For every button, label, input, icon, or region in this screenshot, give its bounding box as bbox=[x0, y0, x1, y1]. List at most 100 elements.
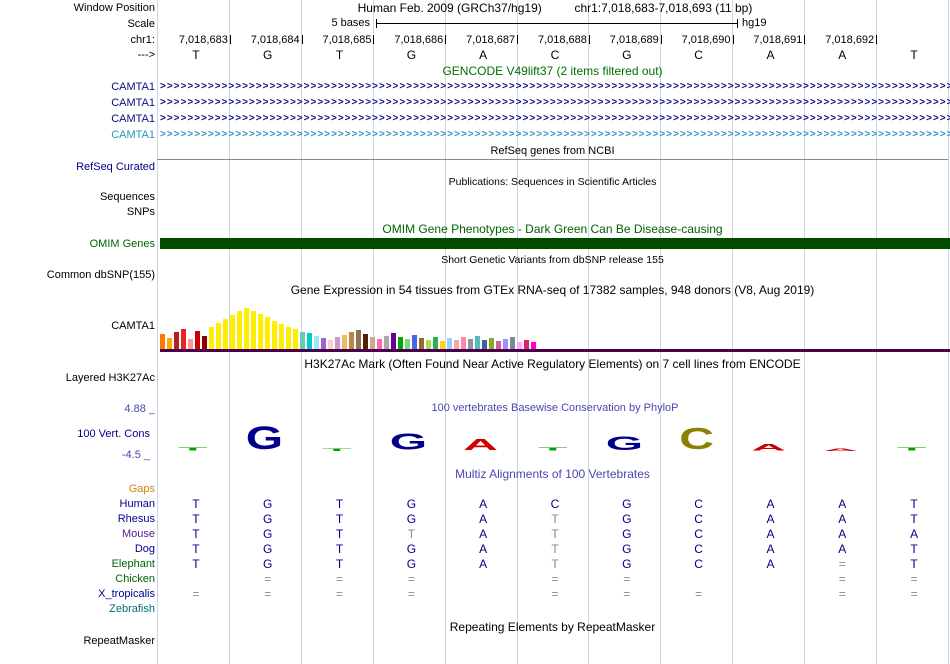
gtex-tissue-bar[interactable] bbox=[349, 332, 354, 349]
omim-genes-label[interactable]: OMIM Genes bbox=[0, 238, 160, 250]
gtex-tissue-bar[interactable] bbox=[223, 319, 228, 349]
gtex-title[interactable]: Gene Expression in 54 tissues from GTEx … bbox=[157, 283, 948, 297]
gtex-tissue-bar[interactable] bbox=[391, 333, 396, 349]
gtex-tissue-bar[interactable] bbox=[510, 337, 515, 349]
species-label[interactable]: Gaps bbox=[0, 483, 160, 495]
gtex-tissue-bar[interactable] bbox=[251, 311, 256, 349]
gtex-tissue-bar[interactable] bbox=[398, 337, 403, 349]
refseq-title[interactable]: RefSeq genes from NCBI bbox=[157, 145, 948, 157]
species-label[interactable]: Dog bbox=[0, 543, 160, 555]
coordinate-label: 7,018,691 bbox=[753, 33, 803, 46]
gene-arrow-line[interactable]: >>>>>>>>>>>>>>>>>>>>>>>>>>>>>>>>>>>>>>>>… bbox=[160, 80, 950, 94]
gtex-tissue-bar[interactable] bbox=[279, 324, 284, 349]
snps-label[interactable]: SNPs bbox=[0, 206, 160, 218]
gtex-tissue-bar[interactable] bbox=[237, 311, 242, 349]
gtex-tissue-bar[interactable] bbox=[321, 338, 326, 349]
repeatmasker-label[interactable]: RepeatMasker bbox=[0, 635, 160, 647]
gtex-tissue-bar[interactable] bbox=[468, 339, 473, 349]
sequences-label[interactable]: Sequences bbox=[0, 191, 160, 203]
omim-title[interactable]: OMIM Gene Phenotypes - Dark Green Can Be… bbox=[157, 222, 948, 236]
gtex-tissue-bar[interactable] bbox=[517, 342, 522, 349]
refseq-curated-label[interactable]: RefSeq Curated bbox=[0, 161, 160, 173]
gtex-tissue-bar[interactable] bbox=[482, 340, 487, 349]
gtex-tissue-bar[interactable] bbox=[412, 335, 417, 349]
gtex-tissue-bar[interactable] bbox=[314, 336, 319, 349]
gtex-tissue-bar[interactable] bbox=[216, 323, 221, 349]
gtex-tissue-bar[interactable] bbox=[419, 338, 424, 349]
gtex-tissue-bar[interactable] bbox=[174, 332, 179, 349]
species-label[interactable]: Human bbox=[0, 498, 160, 510]
gtex-tissue-bar[interactable] bbox=[244, 308, 249, 349]
gene-label[interactable]: CAMTA1 bbox=[0, 81, 160, 93]
species-label[interactable]: X_tropicalis bbox=[0, 588, 160, 600]
gtex-tissue-bar[interactable] bbox=[293, 329, 298, 349]
gene-label[interactable]: CAMTA1 bbox=[0, 97, 160, 109]
gtex-tissue-bar[interactable] bbox=[160, 334, 165, 349]
phylop-title[interactable]: 100 vertebrates Basewise Conservation by… bbox=[431, 402, 678, 414]
gtex-tissue-bar[interactable] bbox=[531, 342, 536, 349]
gtex-tissue-bar[interactable] bbox=[230, 315, 235, 349]
gtex-tissue-bar[interactable] bbox=[433, 337, 438, 349]
coordinate-tick bbox=[804, 35, 806, 44]
gtex-tissue-bar[interactable] bbox=[377, 339, 382, 349]
dbsnp-title[interactable]: Short Genetic Variants from dbSNP releas… bbox=[157, 254, 948, 266]
gtex-tissue-bar[interactable] bbox=[454, 340, 459, 349]
gtex-tissue-bar[interactable] bbox=[503, 339, 508, 349]
gtex-tissue-bar[interactable] bbox=[209, 327, 214, 349]
alignment-base: G bbox=[406, 511, 417, 526]
gtex-tissue-bar[interactable] bbox=[363, 334, 368, 349]
gtex-tissue-bar[interactable] bbox=[496, 341, 501, 349]
gtex-tissue-bar[interactable] bbox=[286, 327, 291, 349]
gtex-tissue-bar[interactable] bbox=[405, 339, 410, 349]
gtex-tissue-bar[interactable] bbox=[489, 338, 494, 349]
gtex-expression-chart[interactable] bbox=[160, 300, 950, 349]
scale-label: Scale bbox=[127, 17, 155, 30]
omim-genes-row: OMIM Genes bbox=[0, 237, 950, 250]
conservation-logo[interactable]: TGTGATGCAAT bbox=[157, 415, 948, 454]
vert-cons-label[interactable]: 100 Vert. Cons bbox=[0, 428, 155, 440]
gtex-tissue-bar[interactable] bbox=[440, 341, 445, 349]
gtex-tissue-bar[interactable] bbox=[335, 337, 340, 349]
alignment-base: T bbox=[192, 541, 200, 556]
h3k27ac-label[interactable]: Layered H3K27Ac bbox=[0, 372, 160, 384]
gtex-tissue-bar[interactable] bbox=[258, 314, 263, 349]
gene-arrow-line[interactable]: >>>>>>>>>>>>>>>>>>>>>>>>>>>>>>>>>>>>>>>>… bbox=[160, 96, 950, 110]
gtex-tissue-bar[interactable] bbox=[461, 337, 466, 349]
gtex-tissue-bar[interactable] bbox=[167, 338, 172, 349]
gtex-gene-label[interactable]: CAMTA1 bbox=[0, 320, 160, 332]
gene-label[interactable]: CAMTA1 bbox=[0, 129, 160, 141]
multiz-title[interactable]: Multiz Alignments of 100 Vertebrates bbox=[157, 467, 948, 481]
gtex-tissue-bar[interactable] bbox=[300, 332, 305, 349]
gtex-tissue-bar[interactable] bbox=[195, 331, 200, 349]
species-label[interactable]: Zebrafish bbox=[0, 603, 160, 615]
gtex-tissue-bar[interactable] bbox=[272, 321, 277, 349]
gtex-tissue-bar[interactable] bbox=[356, 330, 361, 349]
dbsnp-label[interactable]: Common dbSNP(155) bbox=[0, 269, 160, 281]
species-label[interactable]: Rhesus bbox=[0, 513, 160, 525]
gtex-tissue-bar[interactable] bbox=[188, 339, 193, 349]
species-label[interactable]: Chicken bbox=[0, 573, 160, 585]
gtex-tissue-bar[interactable] bbox=[524, 340, 529, 349]
gtex-tissue-bar[interactable] bbox=[307, 333, 312, 349]
alignment-base: A bbox=[479, 541, 488, 556]
gtex-tissue-bar[interactable] bbox=[342, 335, 347, 349]
gtex-tissue-bar[interactable] bbox=[181, 329, 186, 349]
repeatmasker-title[interactable]: Repeating Elements by RepeatMasker bbox=[157, 620, 948, 634]
gtex-tissue-bar[interactable] bbox=[328, 340, 333, 349]
gtex-tissue-bar[interactable] bbox=[426, 340, 431, 349]
gene-label[interactable]: CAMTA1 bbox=[0, 113, 160, 125]
publications-title[interactable]: Publications: Sequences in Scientific Ar… bbox=[157, 176, 948, 188]
omim-gene-bar[interactable] bbox=[160, 238, 950, 249]
gencode-title[interactable]: GENCODE V49lift37 (2 items filtered out) bbox=[157, 64, 948, 78]
gtex-tissue-bar[interactable] bbox=[384, 336, 389, 349]
gene-arrow-line[interactable]: >>>>>>>>>>>>>>>>>>>>>>>>>>>>>>>>>>>>>>>>… bbox=[160, 112, 950, 126]
species-label[interactable]: Elephant bbox=[0, 558, 160, 570]
gtex-tissue-bar[interactable] bbox=[202, 336, 207, 349]
gtex-tissue-bar[interactable] bbox=[370, 337, 375, 349]
species-label[interactable]: Mouse bbox=[0, 528, 160, 540]
gtex-tissue-bar[interactable] bbox=[475, 336, 480, 349]
gtex-tissue-bar[interactable] bbox=[265, 317, 270, 349]
gene-arrow-line[interactable]: >>>>>>>>>>>>>>>>>>>>>>>>>>>>>>>>>>>>>>>>… bbox=[160, 128, 950, 142]
gtex-tissue-bar[interactable] bbox=[447, 338, 452, 349]
h3k27ac-title[interactable]: H3K27Ac Mark (Often Found Near Active Re… bbox=[157, 357, 948, 371]
